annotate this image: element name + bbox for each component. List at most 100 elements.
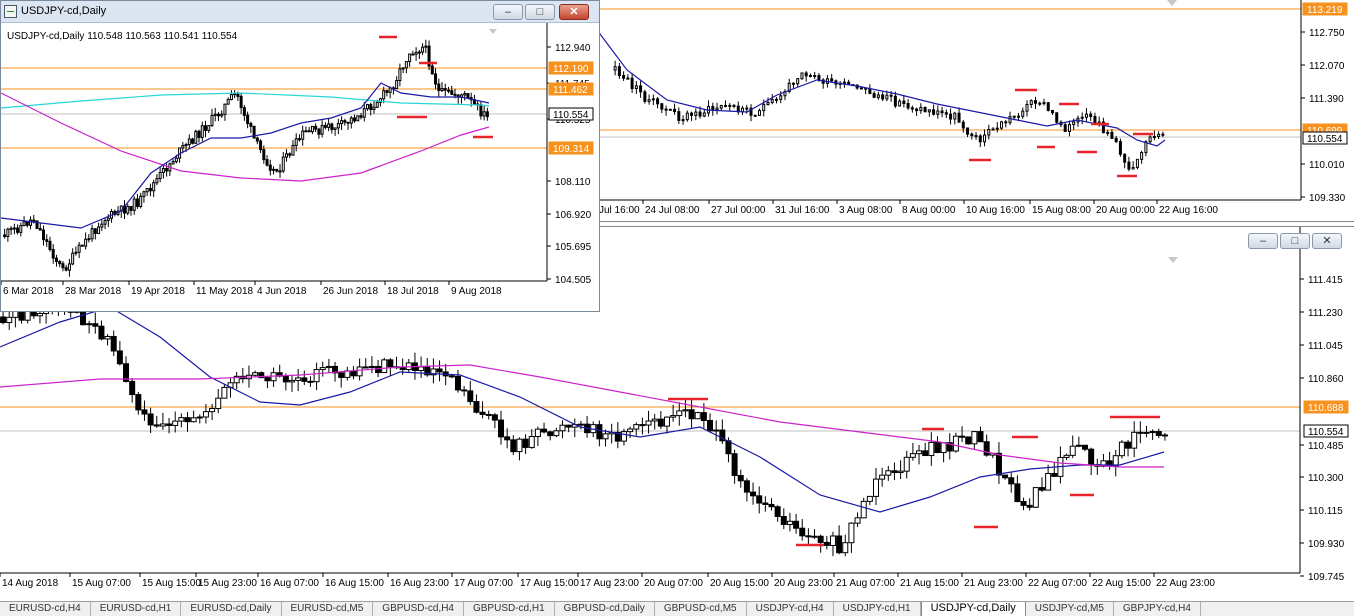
maximize-button-h1[interactable]: □ xyxy=(1280,233,1310,249)
candle-body xyxy=(800,72,804,80)
candle-body xyxy=(565,424,572,428)
candle-body xyxy=(259,140,263,151)
tab-eurusd-cd-daily[interactable]: EURUSD-cd,Daily xyxy=(181,602,282,616)
candle-body xyxy=(275,168,279,172)
candle-body xyxy=(928,441,935,457)
candle-body xyxy=(304,130,308,133)
candle-body xyxy=(366,104,369,110)
tab-gbpusd-cd-m5[interactable]: GBPUSD-cd,M5 xyxy=(655,602,747,616)
candle-body xyxy=(265,159,269,166)
candle-body xyxy=(677,111,681,121)
candle-body xyxy=(694,111,698,116)
time-tick-label: 15 Aug 08:00 xyxy=(1032,205,1091,216)
candle-body xyxy=(656,98,660,105)
candle-body xyxy=(436,368,443,373)
time-tick-label: 21 Aug 07:00 xyxy=(836,578,895,589)
candle-body xyxy=(19,225,23,233)
candle-body xyxy=(626,77,630,80)
candle-body xyxy=(617,66,621,77)
candle-body xyxy=(1046,102,1050,111)
candle-body xyxy=(541,428,548,433)
tab-gbpusd-cd-h1[interactable]: GBPUSD-cd,H1 xyxy=(464,602,555,616)
time-tick-label: Jul 16:00 xyxy=(599,205,640,216)
candle-body xyxy=(236,93,240,97)
candle-body xyxy=(399,367,406,371)
tab-usdjpy-cd-h1[interactable]: USDJPY-cd,H1 xyxy=(834,602,921,616)
candle-body xyxy=(165,168,169,172)
candle-body xyxy=(92,323,99,327)
candle-body xyxy=(242,107,246,116)
tab-gbpjpy-cd-h4[interactable]: GBPJPY-cd,H4 xyxy=(1114,602,1201,616)
candle-body xyxy=(940,110,944,114)
chart-window-daily[interactable]: USDJPY-cd,Daily – □ ✕ USDJPY-cd,Daily 11… xyxy=(0,0,600,312)
candle-body xyxy=(1045,472,1052,491)
chart-area-h4[interactable]: 112.750 112.070 111.390 110.010 109.330 Jul 1… xyxy=(597,0,1354,222)
time-tick-label: 11 May 2018 xyxy=(196,286,254,297)
time-tick-label: 10 Aug 16:00 xyxy=(966,205,1025,216)
title-bar[interactable]: USDJPY-cd,Daily – □ ✕ xyxy=(1,1,599,23)
candle-body xyxy=(657,418,664,427)
candle-body xyxy=(927,109,931,113)
candle-body xyxy=(424,45,428,48)
time-tick-label: 4 Jun 2018 xyxy=(257,286,307,297)
close-button-h1[interactable]: ✕ xyxy=(1312,233,1342,249)
price-tick-label: 112.940 xyxy=(555,43,591,54)
candle-body xyxy=(174,157,178,163)
bid-price-label: 110.554 xyxy=(1308,427,1344,438)
candle-body xyxy=(110,335,117,352)
candle-body xyxy=(25,221,29,226)
candle-body xyxy=(166,423,173,426)
candle-body xyxy=(879,474,886,480)
candle-body xyxy=(317,128,321,135)
candle-body xyxy=(1072,121,1076,126)
candle-body xyxy=(139,195,143,207)
chart-window-h4[interactable]: 112.750 112.070 111.390 110.010 109.330 Jul 1… xyxy=(596,0,1354,222)
candle-body xyxy=(448,375,455,378)
candle-body xyxy=(1067,124,1071,132)
candle-body xyxy=(307,130,311,133)
tab-eurusd-cd-m5[interactable]: EURUSD-cd,M5 xyxy=(282,602,374,616)
candle-body xyxy=(226,99,230,105)
candle-body xyxy=(707,419,714,432)
candle-body xyxy=(171,161,175,165)
candle-body xyxy=(148,187,152,192)
candle-body xyxy=(753,114,757,117)
maximize-button[interactable]: □ xyxy=(525,4,555,20)
time-tick-label: 21 Aug 23:00 xyxy=(964,578,1023,589)
candle-body xyxy=(1017,115,1021,118)
minimize-button[interactable]: – xyxy=(493,4,523,20)
candle-body xyxy=(1123,153,1127,163)
candle-body xyxy=(953,112,957,120)
tab-gbpusd-cd-daily[interactable]: GBPUSD-cd,Daily xyxy=(555,602,655,616)
candle-body xyxy=(343,120,347,123)
candle-body xyxy=(187,138,191,146)
minimize-button-h1[interactable]: – xyxy=(1248,233,1278,249)
time-tick-label: 17 Aug 07:00 xyxy=(454,578,513,589)
candle-body xyxy=(762,103,766,112)
time-tick-label: 22 Aug 07:00 xyxy=(1028,578,1087,589)
candle-body xyxy=(799,527,806,537)
candle-body xyxy=(804,72,808,77)
candle-body xyxy=(987,129,991,136)
candle-body xyxy=(104,335,111,340)
time-tick-label: 26 Jun 2018 xyxy=(323,286,378,297)
price-tick-label: 111.045 xyxy=(1308,341,1343,352)
time-tick-label: 18 Jul 2018 xyxy=(387,286,439,297)
tab-usdjpy-cd-daily[interactable]: USDJPY-cd,Daily xyxy=(920,602,1026,616)
candle-body xyxy=(1033,100,1037,104)
candle-body xyxy=(291,144,295,156)
close-button[interactable]: ✕ xyxy=(559,4,589,20)
candle-body xyxy=(338,372,345,378)
price-tick-label: 111.230 xyxy=(1308,308,1343,319)
tab-usdjpy-cd-h4[interactable]: USDJPY-cd,H4 xyxy=(747,602,834,616)
candle-body xyxy=(1004,121,1008,124)
time-tick-label: 6 Mar 2018 xyxy=(3,286,54,297)
tab-gbpusd-cd-h4[interactable]: GBPUSD-cd,H4 xyxy=(373,602,464,616)
candle-body xyxy=(715,107,719,111)
tab-usdjpy-cd-m5[interactable]: USDJPY-cd,M5 xyxy=(1026,602,1114,616)
candle-body xyxy=(1114,137,1118,143)
tab-eurusd-cd-h4[interactable]: EURUSD-cd,H4 xyxy=(0,602,91,616)
chart-area-daily[interactable]: USDJPY-cd,Daily 110.548 110.563 110.541 … xyxy=(1,23,599,311)
tab-eurusd-cd-h1[interactable]: EURUSD-cd,H1 xyxy=(91,602,182,616)
candle-body xyxy=(630,77,634,90)
